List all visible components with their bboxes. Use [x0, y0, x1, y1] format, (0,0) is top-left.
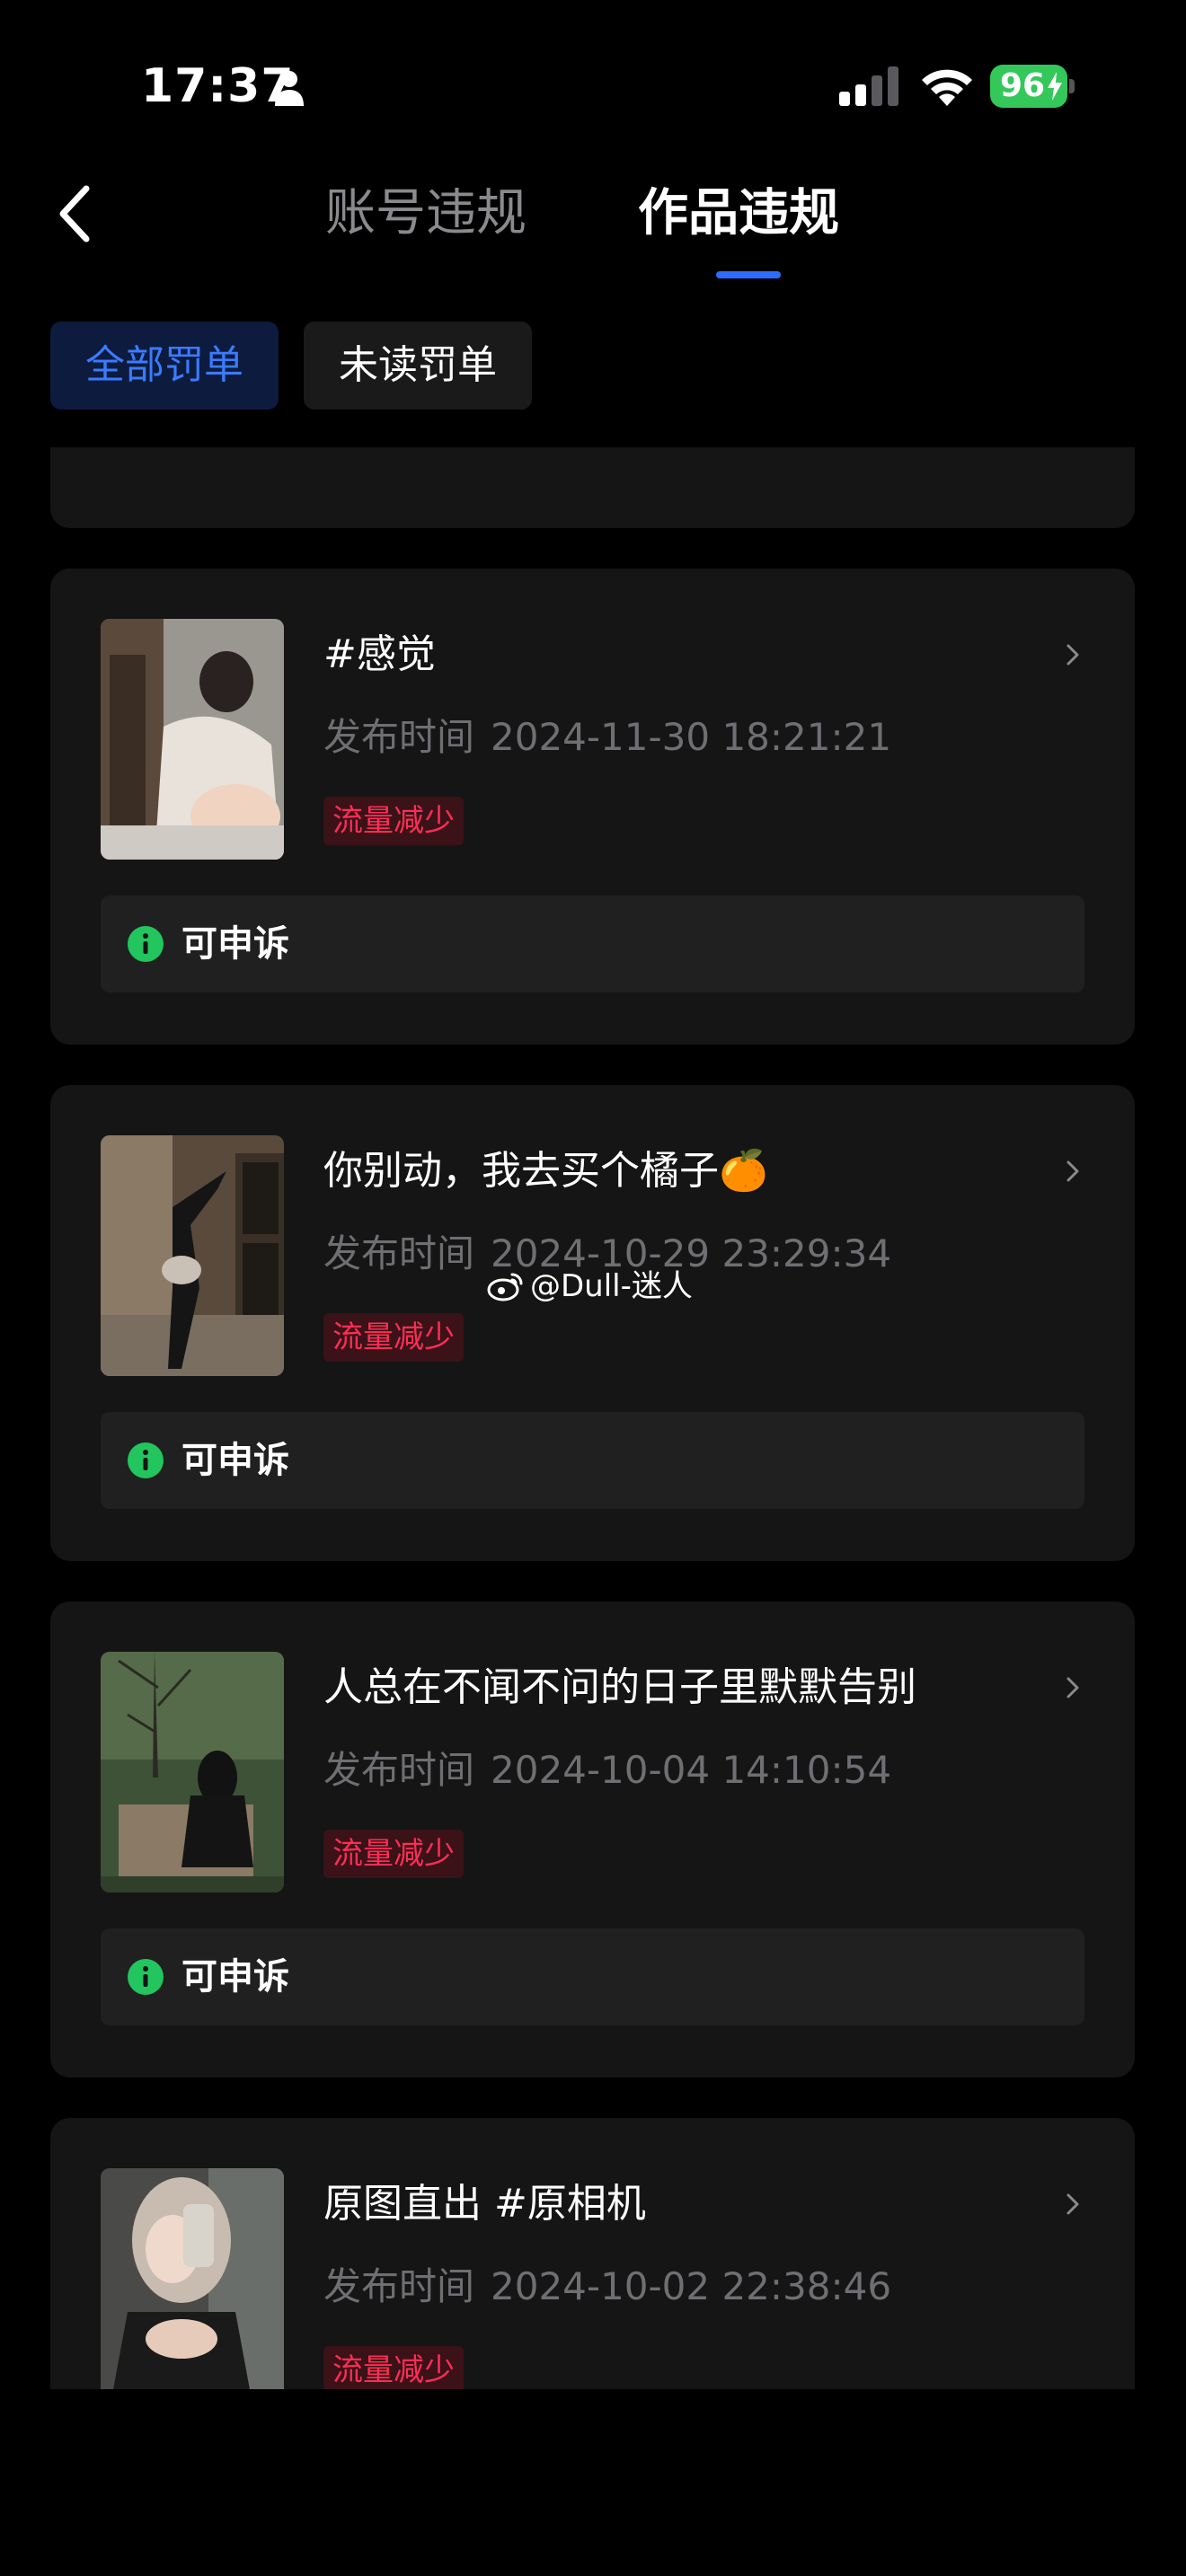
chevron-right-icon[interactable]: [1063, 1670, 1084, 1706]
appeal-label: 可申诉: [181, 1956, 289, 1998]
publish-time-label: 发布时间: [323, 1748, 475, 1792]
post-title: 人总在不闻不问的日子里默默告别: [323, 1664, 916, 1710]
list-item[interactable]: 原图直出 #原相机 发布时间 2024-10-02 22:38:46 流量减少: [50, 2118, 1135, 2389]
post-thumbnail[interactable]: [101, 2168, 284, 2389]
thumbnail-image: [101, 619, 284, 860]
info-icon: [128, 926, 164, 962]
list-item-partial[interactable]: [50, 447, 1135, 528]
appeal-label: 可申诉: [181, 1440, 289, 1481]
thumbnail-image: [101, 1652, 284, 1892]
filter-all-tickets[interactable]: 全部罚单: [50, 322, 279, 410]
chevron-right-icon[interactable]: [1063, 637, 1084, 673]
signal-icon: [839, 66, 898, 106]
tab-works-violation[interactable]: 作品违规: [638, 180, 839, 248]
chevron-left-icon[interactable]: [50, 178, 101, 250]
list-item[interactable]: #感觉 发布时间 2024-11-30 18:21:21 流量减少 可申诉: [50, 569, 1135, 1045]
publish-time: 发布时间 2024-10-04 14:10:54: [323, 1745, 907, 1795]
publish-time: 发布时间 2024-10-02 22:38:46: [323, 2262, 907, 2312]
tab-active-indicator: [716, 271, 781, 278]
list-item[interactable]: 你别动，我去买个橘子🍊 发布时间 2024-10-29 23:29:34 流量减少…: [50, 1085, 1135, 1561]
appeal-label: 可申诉: [181, 923, 289, 965]
publish-time-value: 2024-11-30 18:21:21: [491, 715, 892, 759]
publish-time: 发布时间 2024-11-30 18:21:21: [323, 712, 907, 763]
weibo-icon: [487, 1273, 523, 1301]
violation-list[interactable]: #感觉 发布时间 2024-11-30 18:21:21 流量减少 可申诉 你别…: [0, 447, 1186, 2389]
status-badge: 流量减少: [323, 1830, 464, 1878]
status-badge: 流量减少: [323, 1313, 464, 1362]
appeal-row[interactable]: 可申诉: [101, 1412, 1084, 1509]
person-icon: [275, 71, 304, 106]
publish-time-value: 2024-10-04 14:10:54: [491, 1748, 892, 1792]
chevron-right-icon[interactable]: [1063, 1153, 1084, 1189]
status-badge: 流量减少: [323, 2346, 464, 2389]
filter-unread-tickets[interactable]: 未读罚单: [304, 322, 532, 410]
publish-time-label: 发布时间: [323, 1231, 475, 1275]
bolt-icon: [1048, 72, 1062, 101]
publish-time-label: 发布时间: [323, 715, 475, 759]
status-time: 17:37: [141, 59, 295, 113]
list-item[interactable]: 人总在不闻不问的日子里默默告别 发布时间 2024-10-04 14:10:54 …: [50, 1601, 1135, 2078]
screen: 17:37 96 账号违规 作品违规 全部罚单 未读罚单 #感觉 发布时间 20…: [0, 0, 1186, 2576]
watermark: @Dull-迷人: [487, 1266, 693, 1306]
status-badge: 流量减少: [323, 797, 464, 845]
battery-tip: [1069, 79, 1075, 93]
wifi-icon: [922, 69, 972, 106]
post-thumbnail[interactable]: [101, 1652, 284, 1892]
post-title: 你别动，我去买个橘子🍊: [323, 1148, 768, 1194]
publish-time-label: 发布时间: [323, 2264, 475, 2308]
battery-level: 96: [999, 67, 1046, 104]
chevron-right-icon[interactable]: [1063, 2186, 1084, 2222]
post-thumbnail[interactable]: [101, 619, 284, 860]
tab-account-violation[interactable]: 账号违规: [325, 180, 527, 248]
battery-icon: 96: [990, 65, 1076, 108]
thumbnail-image: [101, 2168, 284, 2389]
thumbnail-image: [101, 1135, 284, 1376]
post-thumbnail[interactable]: [101, 1135, 284, 1376]
info-icon: [128, 1959, 164, 1995]
appeal-row[interactable]: 可申诉: [101, 1928, 1084, 2025]
watermark-text: @Dull-迷人: [530, 1268, 693, 1304]
info-icon: [128, 1442, 164, 1478]
appeal-row[interactable]: 可申诉: [101, 895, 1084, 992]
post-title: 原图直出 #原相机: [323, 2181, 646, 2227]
publish-time-value: 2024-10-02 22:38:46: [491, 2264, 892, 2308]
post-title: #感觉: [323, 631, 436, 677]
